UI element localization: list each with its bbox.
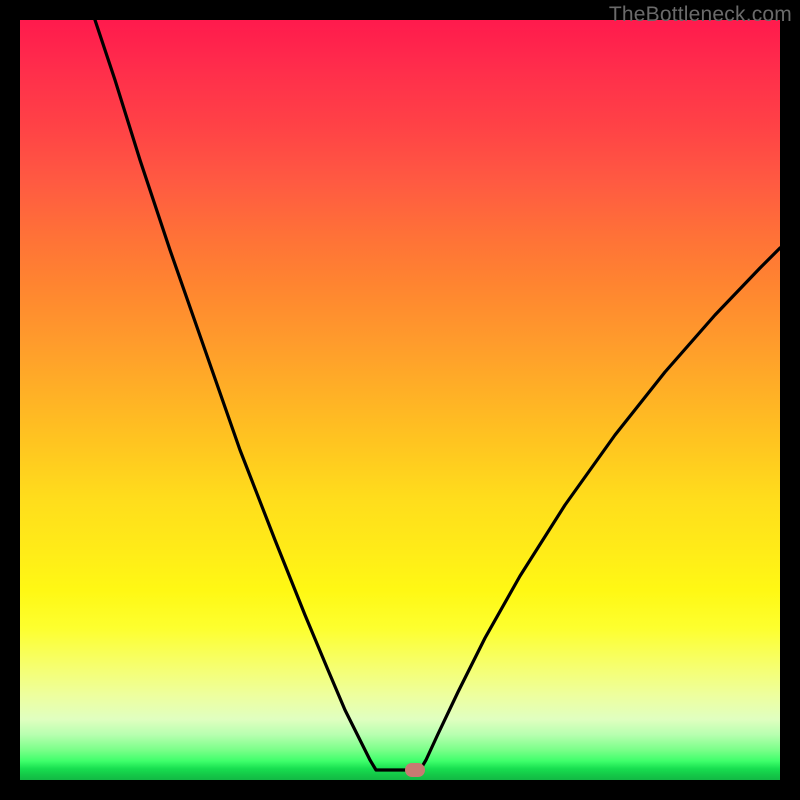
watermark-text: TheBottleneck.com (609, 3, 792, 27)
bottleneck-marker (405, 763, 425, 777)
